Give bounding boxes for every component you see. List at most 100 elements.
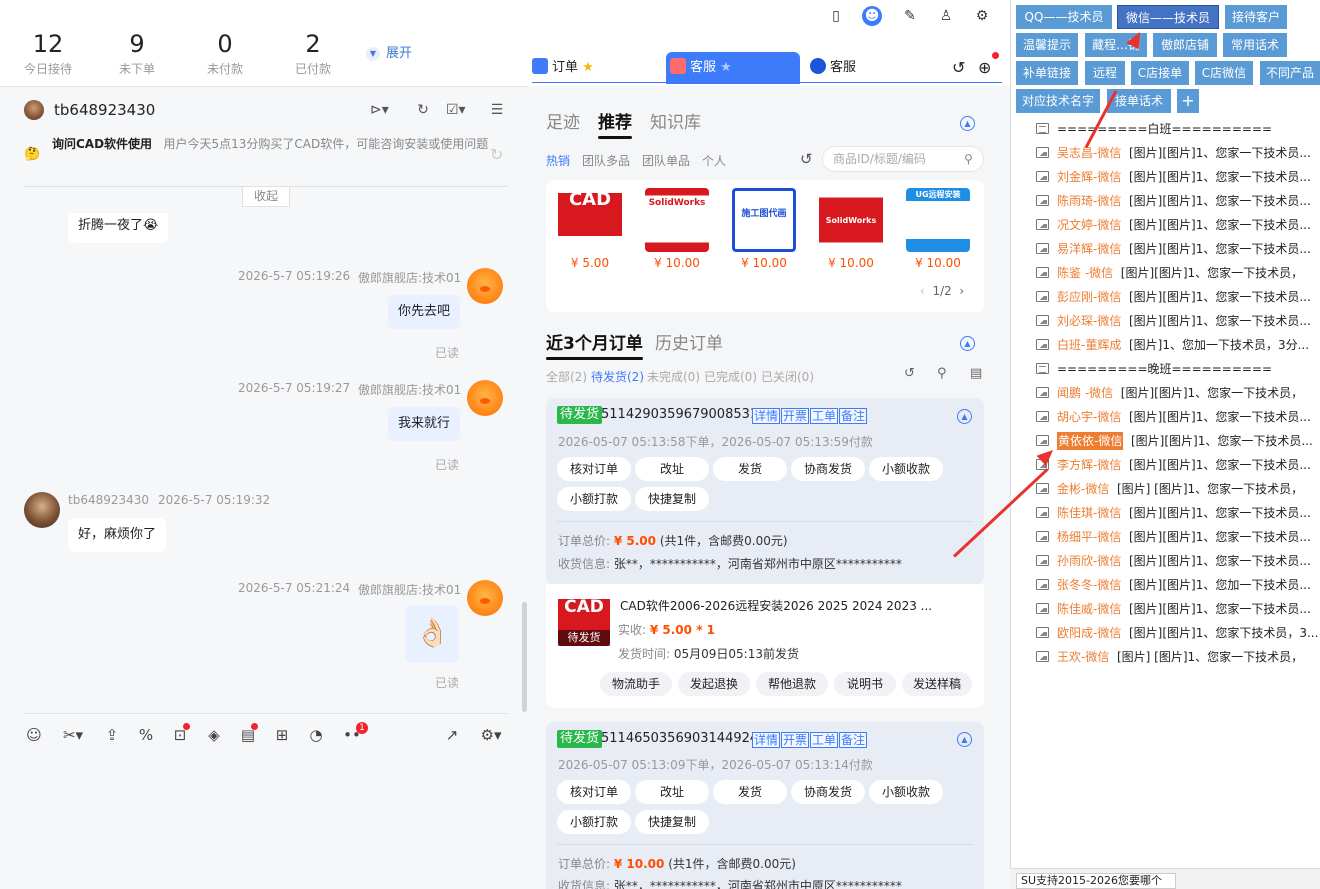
quick-button[interactable]: QQ——技术员 <box>1016 5 1112 29</box>
quick-button[interactable]: 温馨提示 <box>1016 33 1078 57</box>
tree-item-selected[interactable]: 黄依依-微信 [图片][图片]1、您家一下技术员... <box>1036 430 1320 452</box>
product-card[interactable]: SolidWorks ¥ 10.00 <box>645 188 709 270</box>
change-address-button[interactable]: 改址 <box>635 780 709 804</box>
tree-item[interactable]: 陈佳威-微信 [图片][图片]1、您家一下技术员... <box>1036 598 1320 620</box>
next-icon[interactable]: › <box>959 284 964 298</box>
phone-icon[interactable]: ▯ <box>826 6 846 26</box>
order-ticket-link[interactable]: 工单 <box>810 732 839 748</box>
tree-item[interactable]: 金彬-微信 [图片] [图片]1、您家一下技术员， <box>1036 478 1320 500</box>
filter-completed[interactable]: 已完成(0) <box>704 368 757 385</box>
refresh-icon[interactable]: ↺ <box>952 52 972 84</box>
collapse-up-icon[interactable]: ▲ <box>960 336 975 351</box>
percent-icon[interactable]: % <box>136 725 156 745</box>
quick-button[interactable]: 接待客户 <box>1225 5 1287 29</box>
add-button[interactable]: + <box>1177 89 1199 113</box>
send-sample-button[interactable]: 发送样稿 <box>902 672 972 696</box>
task-check-icon[interactable]: ☑▾ <box>446 101 466 119</box>
order-ticket-link[interactable]: 工单 <box>810 408 839 424</box>
order-invoice-link[interactable]: 开票 <box>781 408 810 424</box>
order-number[interactable]: 5114290359679008531 <box>601 407 758 422</box>
tree-item[interactable]: 欧阳成-微信 [图片][图片]1、您家下技术员，3... <box>1036 622 1320 644</box>
tree-item[interactable]: 李方辉-微信 [图片][图片]1、您家一下技术员... <box>1036 454 1320 476</box>
stat-not-ordered[interactable]: 9 未下单 <box>97 30 177 77</box>
tab-footprint[interactable]: 足迹 <box>546 108 580 133</box>
tree-item[interactable]: 刘金辉-微信 [图片][图片]1、您家一下技术员... <box>1036 166 1320 188</box>
stat-paid[interactable]: 2 已付款 <box>273 30 353 77</box>
upload-icon[interactable]: ⇪ <box>102 725 122 745</box>
tab-knowledge[interactable]: 知识库 <box>650 108 701 133</box>
order-detail-link[interactable]: 详情 <box>752 732 781 748</box>
collapse-up-icon[interactable]: ▲ <box>957 732 972 747</box>
tree-item[interactable]: 王欢-微信 [图片] [图片]1、您家一下技术员， <box>1036 646 1320 668</box>
tree-item[interactable]: 吴志昌-微信 [图片][图片]1、您家一下技术员... <box>1036 142 1320 164</box>
smile-icon[interactable]: ◔ <box>306 725 326 745</box>
product-card[interactable]: UG远程安装 ¥ 10.00 <box>906 188 970 270</box>
subtab-team-single[interactable]: 团队单品 <box>642 152 690 169</box>
subtab-hot[interactable]: 热销 <box>546 152 570 169</box>
video-icon[interactable]: ⊳▾ <box>370 101 389 119</box>
prev-icon[interactable]: ‹ <box>920 284 925 298</box>
change-address-button[interactable]: 改址 <box>635 457 709 481</box>
quick-button-selected[interactable]: 微信——技术员 <box>1117 5 1219 29</box>
quick-button[interactable]: 傲郎店铺 <box>1153 33 1217 57</box>
history-icon[interactable]: ↻ <box>414 101 432 119</box>
tree-item[interactable]: 况文婷-微信 [图片][图片]1、您家一下技术员... <box>1036 214 1320 236</box>
tree-item[interactable]: 白班-董辉成 [图片]1、您加一下技术员，3分... <box>1036 334 1320 356</box>
filter-incomplete[interactable]: 未完成(0) <box>647 368 700 385</box>
quick-copy-button[interactable]: 快捷复制 <box>635 810 709 834</box>
collapse-button[interactable]: 收起 <box>242 187 290 207</box>
settings-icon[interactable]: ⚙▾ <box>476 725 506 745</box>
order-number[interactable]: 5114650356903144924 <box>601 731 758 746</box>
tab-history-orders[interactable]: 历史订单 <box>655 329 723 354</box>
tree-item[interactable]: 孙雨欣-微信 [图片][图片]1、您家一下技术员... <box>1036 550 1320 572</box>
tree-item[interactable]: 易洋辉-微信 [图片][图片]1、您家一下技术员... <box>1036 238 1320 260</box>
product-search-input[interactable]: 商品ID/标题/编码 <box>822 146 984 172</box>
add-card-icon[interactable]: ⊞ <box>272 725 292 745</box>
quick-button[interactable]: 补单链接 <box>1016 61 1078 85</box>
tab-recommend[interactable]: 推荐 <box>598 108 632 139</box>
stat-unpaid[interactable]: 0 未付款 <box>185 30 265 77</box>
tree-item[interactable]: 胡心宇-微信 [图片][图片]1、您家一下技术员... <box>1036 406 1320 428</box>
shirt-icon[interactable]: ♙ <box>936 6 956 26</box>
tree-item[interactable]: 杨细平-微信 [图片][图片]1、您家一下技术员... <box>1036 526 1320 548</box>
negotiate-ship-button[interactable]: 协商发货 <box>791 780 865 804</box>
gear-icon[interactable]: ⚙ <box>972 6 992 26</box>
tree-item[interactable]: 张冬冬-微信 [图片][图片]1、您加一下技术员... <box>1036 574 1320 596</box>
product-card[interactable]: 施工图代画 ¥ 10.00 <box>732 188 796 270</box>
quick-button[interactable]: C店微信 <box>1195 61 1253 85</box>
order-invoice-link[interactable]: 开票 <box>781 732 810 748</box>
customer-name[interactable]: tb648923430 <box>54 101 155 119</box>
filter-to-ship[interactable]: 待发货(2) <box>591 368 644 385</box>
logistics-button[interactable]: 物流助手 <box>600 672 672 696</box>
verify-order-button[interactable]: 核对订单 <box>557 457 631 481</box>
refund-button[interactable]: 帮他退款 <box>756 672 828 696</box>
collapse-up-icon[interactable]: ▲ <box>957 409 972 424</box>
refresh-icon[interactable]: ↺ <box>904 366 915 381</box>
ship-button[interactable]: 发货 <box>713 457 787 481</box>
quick-button[interactable]: 远程 <box>1085 61 1125 85</box>
customer-avatar[interactable] <box>24 492 60 528</box>
scissors-icon[interactable]: ✂▾ <box>58 725 88 745</box>
search-icon[interactable]: ⚲ <box>937 366 947 381</box>
small-pay-button[interactable]: 小额打款 <box>557 810 631 834</box>
expand-button[interactable]: ▼ 展开 <box>366 42 412 61</box>
quick-copy-button[interactable]: 快捷复制 <box>635 487 709 511</box>
tree-item[interactable]: 陈佳琪-微信 [图片][图片]1、您家一下技术员... <box>1036 502 1320 524</box>
small-pay-button[interactable]: 小额打款 <box>557 487 631 511</box>
manual-button[interactable]: 说明书 <box>834 672 896 696</box>
collapse-up-icon[interactable]: ▲ <box>960 116 975 131</box>
tab-service[interactable]: 客服 <box>810 52 930 84</box>
return-exchange-button[interactable]: 发起退换 <box>678 672 750 696</box>
order-note-link[interactable]: 备注 <box>839 408 868 424</box>
small-collect-button[interactable]: 小额收款 <box>869 780 943 804</box>
tree-item[interactable]: 闻鹏 -微信 [图片][图片]1、您家一下技术员， <box>1036 382 1320 404</box>
note-icon[interactable]: ✎ <box>900 6 920 26</box>
tab-service-active[interactable]: 客服 ★ <box>666 52 800 84</box>
customer-avatar[interactable] <box>24 100 44 120</box>
list-icon[interactable]: ▤ <box>970 366 982 381</box>
small-collect-button[interactable]: 小额收款 <box>869 457 943 481</box>
tree-item[interactable]: 彭应刚-微信 [图片][图片]1、您家一下技术员... <box>1036 286 1320 308</box>
filter-closed[interactable]: 已关闭(0) <box>761 368 814 385</box>
tag-icon[interactable]: ◈ <box>204 725 224 745</box>
product-card[interactable]: CAD ¥ 5.00 <box>558 188 622 270</box>
